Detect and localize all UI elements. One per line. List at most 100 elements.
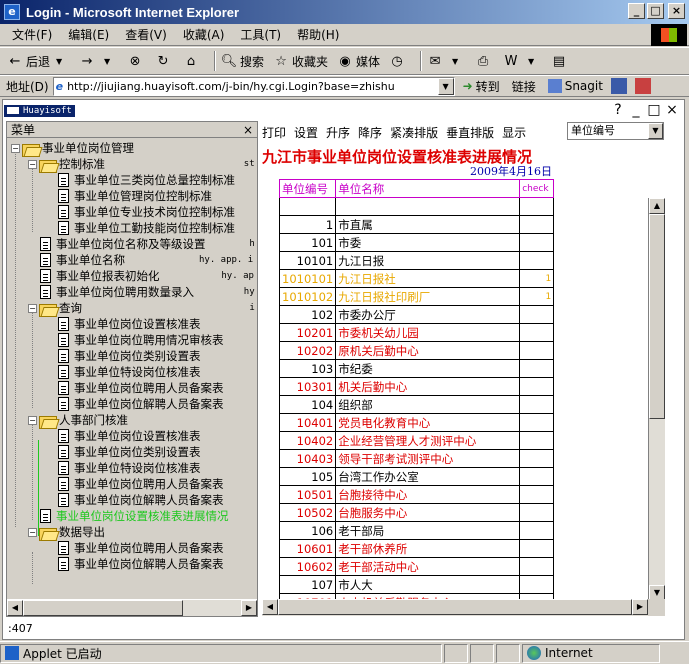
scroll-right-button[interactable]: ▶ [632,599,648,615]
compact-layout-action[interactable]: 紧凑排版 [390,124,438,141]
app-close-button[interactable]: × [665,102,679,118]
tree-item[interactable]: 事业单位岗位聘用情况审核表 [58,332,224,348]
address-input[interactable]: e http://jiujiang.huayisoft.com/j-bin/hy… [52,76,455,96]
tree-item[interactable]: 事业单位岗位解聘人员备案表 [58,492,224,508]
tree-item[interactable]: 事业单位特设岗位核准表 [58,364,201,380]
chevron-down-icon[interactable]: ▼ [50,52,68,70]
sort-asc-action[interactable]: 升序 [326,124,350,141]
table-row[interactable]: 10602 老干部活动中心 [278,557,555,576]
tree-item[interactable]: 事业单位岗位聘用数量录入 [40,284,194,300]
tree-item[interactable]: 事业单位岗位聘用人员备案表 [58,380,224,396]
table-row[interactable]: 103 市纪委 [278,359,555,378]
tree-item[interactable]: 事业单位三类岗位总量控制标准 [58,172,235,188]
home-button[interactable]: ⌂ [182,52,202,70]
menu-file[interactable]: 文件(F) [4,26,60,43]
table-row[interactable] [278,197,555,216]
scroll-up-button[interactable]: ▲ [649,198,665,214]
tree-item[interactable]: 事业单位岗位类别设置表 [58,444,201,460]
display-action[interactable]: 显示 [502,124,526,141]
chevron-down-icon[interactable]: ▼ [446,52,464,70]
table-row[interactable]: 10301 机关后勤中心 [278,377,555,396]
report-horizontal-scrollbar[interactable]: ◀ ▶ [262,599,648,616]
chevron-down-icon[interactable]: ▼ [522,52,540,70]
table-row[interactable]: 1 市直属 [278,215,555,234]
scroll-thumb[interactable] [23,600,183,616]
table-row[interactable]: 106 老干部局 [278,521,555,540]
table-row[interactable]: 10202 原机关后勤中心 [278,341,555,360]
tree-item[interactable]: 事业单位岗位设置核准表进展情况 [40,508,229,524]
tree-item[interactable]: 事业单位岗位聘用人员备案表 [58,540,224,556]
settings-action[interactable]: 设置 [294,124,318,141]
table-row[interactable]: 10101 九江日报 [278,251,555,270]
menu-tools[interactable]: 工具(T) [232,26,289,43]
favorites-button[interactable]: ☆ 收藏夹 [272,52,328,70]
tree-item[interactable]: 事业单位名称 [40,252,125,268]
mail-button[interactable]: ✉ ▼ [426,52,466,70]
sort-desc-action[interactable]: 降序 [358,124,382,141]
table-row[interactable]: 107 市人大 [278,575,555,594]
close-button[interactable]: × [668,3,685,19]
tree-item[interactable]: 事业单位岗位解聘人员备案表 [58,396,224,412]
collapse-icon[interactable]: − [28,159,37,169]
tree-folder[interactable]: − 数据导出 [28,524,105,541]
tree-item[interactable]: 事业单位岗位设置核准表 [58,428,201,444]
tree-item[interactable]: 事业单位管理岗位控制标准 [58,188,212,204]
table-row[interactable]: 105 台湾工作办公室 [278,467,555,486]
tree-folder[interactable]: − 人事部门核准 [28,412,128,429]
menu-horizontal-scrollbar[interactable]: ◀ ▶ [7,599,257,616]
media-button[interactable]: ◉ 媒体 [336,52,380,70]
table-row[interactable]: 102 市委办公厅 [278,305,555,324]
chevron-down-icon[interactable]: ▼ [98,52,116,70]
table-row[interactable]: 10402 企业经营管理人才测评中心 [278,431,555,450]
table-row[interactable]: 1010102 九江日报社印刷厂 1 [278,287,555,306]
collapse-icon[interactable]: − [11,143,20,153]
maximize-button[interactable]: □ [647,3,664,19]
column-header-name[interactable]: 单位名称 [335,179,521,198]
history-button[interactable]: ◷ [388,52,408,70]
table-row[interactable]: 101 市委 [278,233,555,252]
menu-favorites[interactable]: 收藏(A) [175,26,233,43]
forward-button[interactable]: → ▼ [78,52,118,70]
snagit-editor-icon[interactable] [634,78,651,94]
tree-item[interactable]: 事业单位工勤技能岗位控制标准 [58,220,235,236]
print-action[interactable]: 打印 [262,124,286,141]
unit-select[interactable]: 单位编号 ▼ [567,122,664,140]
tree-item[interactable]: 事业单位特设岗位核准表 [58,460,201,476]
tree-item[interactable]: 事业单位岗位类别设置表 [58,348,201,364]
print-button[interactable]: ⎙ [474,52,494,70]
app-maximize-button[interactable]: □ [647,102,661,118]
help-button[interactable]: ? [611,102,625,118]
stop-button[interactable]: ⊗ [126,52,146,70]
tree-item[interactable]: 事业单位专业技术岗位控制标准 [58,204,235,220]
chevron-down-icon[interactable]: ▼ [648,123,663,139]
table-row[interactable]: 10601 老干部休养所 [278,539,555,558]
search-button[interactable]: 🔍︎ 搜索 [220,52,264,70]
tree-item[interactable]: 事业单位报表初始化 [40,268,160,284]
table-row[interactable]: 10403 领导干部考试测评中心 [278,449,555,468]
menu-help[interactable]: 帮助(H) [289,26,347,43]
discuss-button[interactable]: ▤ [550,52,570,70]
table-row[interactable]: 10201 市委机关幼儿园 [278,323,555,342]
tree-item[interactable]: 事业单位岗位名称及等级设置 [40,236,206,252]
collapse-icon[interactable]: − [28,527,37,537]
table-row[interactable]: 10501 台胞接待中心 [278,485,555,504]
tree-folder[interactable]: − 查询 [28,300,82,317]
edit-button[interactable]: W ▼ [502,52,542,70]
scroll-thumb[interactable] [649,214,665,419]
table-row[interactable]: 1010101 九江日报社 1 [278,269,555,288]
menu-close-button[interactable]: × [243,123,253,137]
tree-folder[interactable]: − 事业单位岗位管理 [11,140,134,157]
tree-folder[interactable]: − 控制标准 [28,156,105,173]
report-vertical-scrollbar[interactable]: ▲ ▼ [648,198,665,601]
snagit-capture-icon[interactable] [610,78,627,94]
snagit-button[interactable]: Snagit [547,79,603,93]
scroll-left-button[interactable]: ◀ [7,600,23,616]
table-row[interactable]: 10401 党员电化教育中心 [278,413,555,432]
table-row[interactable]: 104 组织部 [278,395,555,414]
vertical-layout-action[interactable]: 垂直排版 [446,124,494,141]
back-button[interactable]: ← 后退 ▼ [6,52,70,70]
refresh-button[interactable]: ↻ [154,52,174,70]
tree-item[interactable]: 事业单位岗位解聘人员备案表 [58,556,224,572]
chevron-down-icon[interactable]: ▼ [437,77,454,95]
tree-item[interactable]: 事业单位岗位聘用人员备案表 [58,476,224,492]
